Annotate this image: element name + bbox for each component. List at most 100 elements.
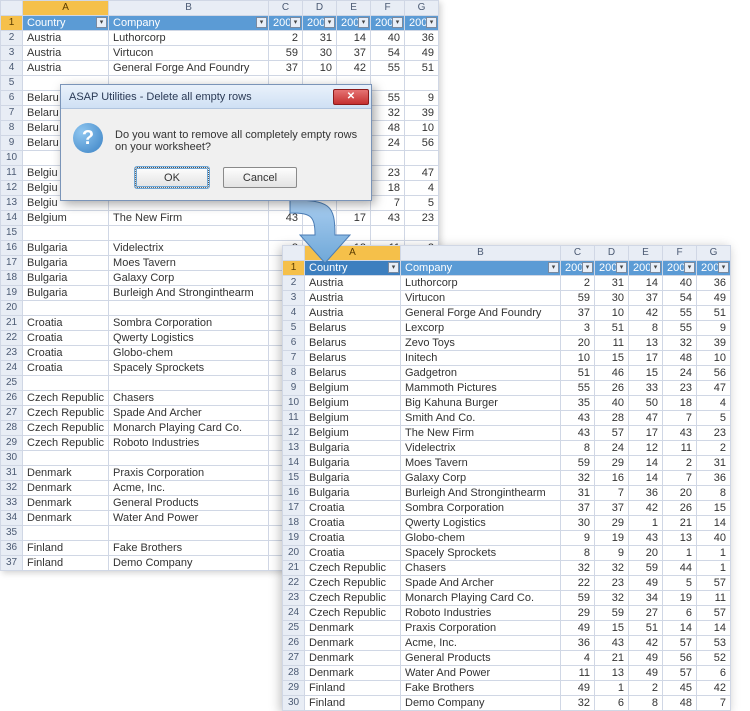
row-header[interactable]: 5 bbox=[1, 76, 23, 91]
cell[interactable]: 47 bbox=[629, 411, 663, 426]
filter-header-cell[interactable]: Country▾ bbox=[23, 16, 109, 31]
table-row[interactable]: 14BulgariaMoes Tavern592914231 bbox=[283, 456, 731, 471]
cell[interactable]: 39 bbox=[697, 336, 731, 351]
cell[interactable]: 5 bbox=[697, 411, 731, 426]
cell[interactable]: Spacely Sprockets bbox=[109, 361, 269, 376]
cell[interactable]: 29 bbox=[595, 516, 629, 531]
cell[interactable]: 1 bbox=[697, 546, 731, 561]
cell[interactable]: Bulgaria bbox=[23, 286, 109, 301]
row-header[interactable]: 17 bbox=[283, 501, 305, 516]
cell[interactable]: 37 bbox=[561, 306, 595, 321]
cell[interactable] bbox=[405, 226, 439, 241]
row-header[interactable]: 2 bbox=[1, 31, 23, 46]
cell[interactable]: 23 bbox=[697, 426, 731, 441]
cell[interactable]: 14 bbox=[629, 456, 663, 471]
cell[interactable]: 13 bbox=[629, 336, 663, 351]
cell[interactable]: Luthorcorp bbox=[109, 31, 269, 46]
row-header[interactable]: 12 bbox=[1, 181, 23, 196]
row-header[interactable]: 28 bbox=[1, 421, 23, 436]
filter-header-cell[interactable]: Country▾ bbox=[305, 261, 401, 276]
cell[interactable]: 23 bbox=[405, 211, 439, 226]
cell[interactable]: Czech Republic bbox=[23, 421, 109, 436]
cell[interactable]: 37 bbox=[269, 61, 303, 76]
cell[interactable]: 43 bbox=[595, 636, 629, 651]
cell[interactable]: 51 bbox=[405, 61, 439, 76]
table-row[interactable]: 9BelgiumMammoth Pictures5526332347 bbox=[283, 381, 731, 396]
row-header[interactable]: 2 bbox=[283, 276, 305, 291]
cell[interactable]: Belarus bbox=[305, 321, 401, 336]
cell[interactable]: Denmark bbox=[23, 481, 109, 496]
cell[interactable]: 37 bbox=[595, 501, 629, 516]
filter-header-cell[interactable]: 2009▾ bbox=[405, 16, 439, 31]
col-header[interactable]: B bbox=[401, 246, 561, 261]
cell[interactable]: 56 bbox=[663, 651, 697, 666]
cell[interactable]: 7 bbox=[697, 696, 731, 711]
cell[interactable]: 5 bbox=[405, 196, 439, 211]
row-header[interactable]: 8 bbox=[283, 366, 305, 381]
cell[interactable]: 53 bbox=[697, 636, 731, 651]
cell[interactable]: Austria bbox=[23, 61, 109, 76]
cell[interactable]: Initech bbox=[401, 351, 561, 366]
cell[interactable]: 13 bbox=[663, 531, 697, 546]
cell[interactable]: 10 bbox=[697, 351, 731, 366]
filter-dropdown-icon[interactable]: ▾ bbox=[96, 17, 107, 28]
row-header[interactable]: 3 bbox=[283, 291, 305, 306]
cell[interactable]: Denmark bbox=[305, 636, 401, 651]
cell[interactable]: 11 bbox=[561, 666, 595, 681]
cell[interactable]: Belgium bbox=[23, 211, 109, 226]
col-header[interactable]: D bbox=[595, 246, 629, 261]
cell[interactable]: 23 bbox=[371, 166, 405, 181]
row-header[interactable]: 28 bbox=[283, 666, 305, 681]
row-header[interactable]: 24 bbox=[283, 606, 305, 621]
cell[interactable]: 10 bbox=[595, 306, 629, 321]
cell[interactable]: Finland bbox=[305, 696, 401, 711]
cell[interactable]: General Forge And Foundry bbox=[109, 61, 269, 76]
row-header[interactable]: 24 bbox=[1, 361, 23, 376]
cell[interactable]: 46 bbox=[595, 366, 629, 381]
table-row[interactable]: 23Czech RepublicMonarch Playing Card Co.… bbox=[283, 591, 731, 606]
cell[interactable]: Zevo Toys bbox=[401, 336, 561, 351]
cell[interactable]: 59 bbox=[561, 291, 595, 306]
cell[interactable]: Croatia bbox=[305, 531, 401, 546]
cell[interactable]: Belarus bbox=[305, 351, 401, 366]
cell[interactable]: Videlectrix bbox=[109, 241, 269, 256]
cell[interactable]: 8 bbox=[697, 486, 731, 501]
cell[interactable] bbox=[109, 226, 269, 241]
cell[interactable]: 4 bbox=[405, 181, 439, 196]
col-header[interactable]: C bbox=[561, 246, 595, 261]
table-row[interactable]: 13BulgariaVidelectrix82412112 bbox=[283, 441, 731, 456]
row-header[interactable]: 22 bbox=[283, 576, 305, 591]
cell[interactable]: Czech Republic bbox=[305, 591, 401, 606]
cell[interactable]: 36 bbox=[561, 636, 595, 651]
cell[interactable] bbox=[405, 151, 439, 166]
cell[interactable]: Belarus bbox=[305, 366, 401, 381]
row-header[interactable]: 27 bbox=[1, 406, 23, 421]
row-header[interactable]: 23 bbox=[283, 591, 305, 606]
row-header[interactable]: 19 bbox=[1, 286, 23, 301]
cell[interactable]: Acme, Inc. bbox=[401, 636, 561, 651]
row-header[interactable]: 25 bbox=[1, 376, 23, 391]
cell[interactable]: Finland bbox=[23, 556, 109, 571]
cell[interactable]: 8 bbox=[561, 441, 595, 456]
cell[interactable]: Croatia bbox=[305, 546, 401, 561]
select-all-corner[interactable] bbox=[1, 1, 23, 16]
cell[interactable]: 4 bbox=[561, 651, 595, 666]
cell[interactable]: Austria bbox=[305, 276, 401, 291]
cell[interactable]: Moes Tavern bbox=[109, 256, 269, 271]
table-row[interactable]: 26DenmarkAcme, Inc.3643425753 bbox=[283, 636, 731, 651]
cell[interactable]: 59 bbox=[561, 456, 595, 471]
cell[interactable]: 6 bbox=[663, 606, 697, 621]
cell[interactable]: Denmark bbox=[23, 466, 109, 481]
cell[interactable]: 44 bbox=[663, 561, 697, 576]
cell[interactable]: 26 bbox=[595, 381, 629, 396]
row-header[interactable]: 26 bbox=[1, 391, 23, 406]
table-row[interactable]: 1Country▾Company▾2005▾2006▾2007▾2008▾200… bbox=[283, 261, 731, 276]
row-header[interactable]: 34 bbox=[1, 511, 23, 526]
cell[interactable]: 14 bbox=[697, 516, 731, 531]
cell[interactable] bbox=[23, 301, 109, 316]
cell[interactable]: Austria bbox=[23, 31, 109, 46]
dialog-titlebar[interactable]: ASAP Utilities - Delete all empty rows ✕ bbox=[61, 85, 371, 109]
cell[interactable]: Czech Republic bbox=[23, 391, 109, 406]
table-row[interactable]: 20CroatiaSpacely Sprockets892011 bbox=[283, 546, 731, 561]
cell[interactable]: Chasers bbox=[109, 391, 269, 406]
